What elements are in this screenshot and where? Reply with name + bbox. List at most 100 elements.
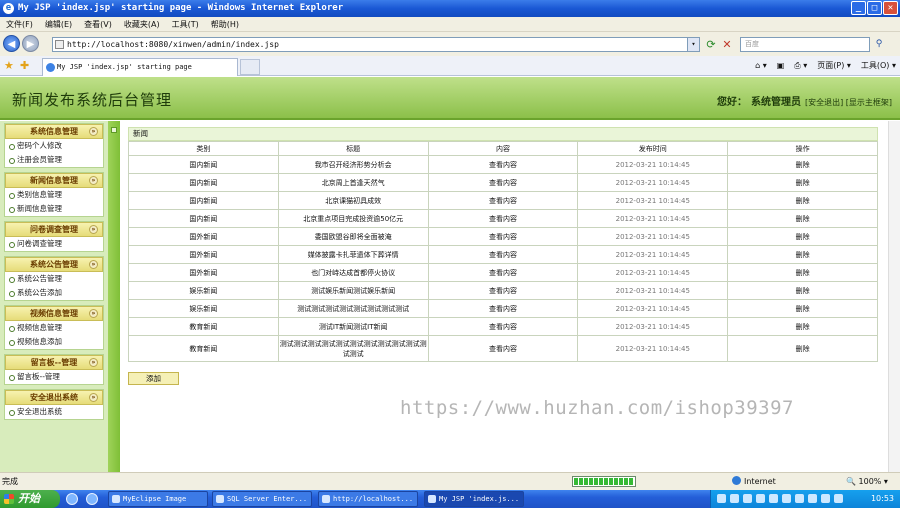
favorites-star-icon[interactable]: ★ [4, 59, 14, 72]
sidebar-group-header[interactable]: 系统公告管理 » [5, 257, 103, 272]
cell-content-link[interactable]: 查看内容 [427, 191, 579, 210]
cell-delete-link[interactable]: 删除 [727, 299, 878, 318]
collapse-toggle-icon[interactable]: » [89, 127, 98, 136]
panel-title: 新闻 [128, 127, 878, 141]
vertical-scrollbar[interactable] [888, 121, 900, 472]
print-icon[interactable]: ⎙ ▾ [794, 59, 807, 73]
cell-delete-link[interactable]: 删除 [727, 155, 878, 174]
sidebar-item[interactable]: 留言板--管理 [5, 370, 103, 384]
cell-delete-link[interactable]: 删除 [727, 191, 878, 210]
collapse-toggle-icon[interactable]: » [89, 393, 98, 402]
home-icon[interactable]: ⌂ ▾ [755, 59, 767, 73]
add-favorites-icon[interactable]: ✚ [20, 59, 29, 72]
sidebar-item[interactable]: 问卷调查管理 [5, 237, 103, 251]
collapse-toggle-icon[interactable]: » [89, 225, 98, 234]
collapse-toggle-icon[interactable]: » [89, 260, 98, 269]
tray-icon[interactable] [743, 494, 752, 503]
splitter-toggle-icon[interactable] [111, 127, 117, 133]
taskbar-task[interactable]: My JSP 'index.js... [424, 491, 524, 507]
zoom-level[interactable]: 🔍 100% ▾ [846, 473, 888, 490]
header-links[interactable]: [安全退出] [显示主框架] [805, 97, 892, 108]
tray-icon[interactable] [834, 494, 843, 503]
menu-tools[interactable]: 工具(T) [172, 17, 199, 31]
quick-launch-icon[interactable] [66, 493, 78, 505]
sidebar-item[interactable]: 系统公告管理 [5, 272, 103, 286]
col-title: 标题 [277, 141, 429, 156]
new-tab-button[interactable] [240, 59, 260, 75]
sidebar-item[interactable]: 密码个人修改 [5, 139, 103, 153]
tray-icon[interactable] [717, 494, 726, 503]
cell-delete-link[interactable]: 删除 [727, 227, 878, 246]
menu-favorites[interactable]: 收藏夹(A) [124, 17, 160, 31]
cell-content-link[interactable]: 查看内容 [427, 299, 579, 318]
sidebar-splitter[interactable] [108, 121, 120, 472]
menu-help[interactable]: 帮助(H) [211, 17, 239, 31]
cell-content-link[interactable]: 查看内容 [427, 263, 579, 282]
tray-icon[interactable] [730, 494, 739, 503]
stop-icon[interactable]: ✕ [720, 38, 734, 51]
sidebar-item[interactable]: 视频信息管理 [5, 321, 103, 335]
sidebar-item[interactable]: 新闻信息管理 [5, 202, 103, 216]
taskbar-task[interactable]: SQL Server Enter... [212, 491, 312, 507]
address-bar[interactable]: http://localhost:8080/xinwen/admin/index… [52, 37, 700, 52]
tray-icon[interactable] [756, 494, 765, 503]
cell-content-link[interactable]: 查看内容 [427, 335, 579, 362]
menu-file[interactable]: 文件(F) [6, 17, 33, 31]
menu-view[interactable]: 查看(V) [84, 17, 112, 31]
tools-menu[interactable]: 工具(O) ▾ [861, 59, 896, 73]
forward-button[interactable]: ▶ [22, 35, 39, 52]
start-button[interactable]: 开始 [0, 490, 60, 508]
tray-icon[interactable] [795, 494, 804, 503]
cell-delete-link[interactable]: 删除 [727, 281, 878, 300]
tray-icon[interactable] [821, 494, 830, 503]
sidebar-item[interactable]: 注册会员管理 [5, 153, 103, 167]
tray-icon[interactable] [769, 494, 778, 503]
cell-content-link[interactable]: 查看内容 [427, 227, 579, 246]
close-button[interactable]: ✕ [883, 1, 898, 15]
sidebar-item[interactable]: 类别信息管理 [5, 188, 103, 202]
taskbar-task[interactable]: http://localhost... [318, 491, 418, 507]
maximize-button[interactable]: □ [867, 1, 882, 15]
sidebar-group-header[interactable]: 新闻信息管理 » [5, 173, 103, 188]
cell-delete-link[interactable]: 删除 [727, 263, 878, 282]
window-title: My JSP 'index.jsp' starting page - Windo… [18, 3, 344, 13]
cell-content-link[interactable]: 查看内容 [427, 173, 579, 192]
page-menu[interactable]: 页面(P) ▾ [817, 59, 851, 73]
cell-content-link[interactable]: 查看内容 [427, 245, 579, 264]
quick-launch-ie-icon[interactable] [86, 493, 98, 505]
collapse-toggle-icon[interactable]: » [89, 176, 98, 185]
collapse-toggle-icon[interactable]: » [89, 358, 98, 367]
menu-edit[interactable]: 编辑(E) [45, 17, 72, 31]
tray-icon[interactable] [808, 494, 817, 503]
taskbar-task[interactable]: MyEclipse Image [108, 491, 208, 507]
sidebar-item[interactable]: 视频信息添加 [5, 335, 103, 349]
cell-content-link[interactable]: 查看内容 [427, 155, 579, 174]
cell-content-link[interactable]: 查看内容 [427, 281, 579, 300]
sidebar-item[interactable]: 系统公告添加 [5, 286, 103, 300]
minimize-button[interactable]: _ [851, 1, 866, 15]
feeds-icon[interactable]: ▣ [777, 59, 785, 73]
refresh-icon[interactable]: ⟳ [704, 38, 718, 51]
tab-index-jsp[interactable]: My JSP 'index.jsp' starting page [42, 58, 238, 76]
search-icon[interactable]: ⚲ [872, 37, 886, 52]
cell-delete-link[interactable]: 删除 [727, 335, 878, 362]
sidebar-group-header[interactable]: 系统信息管理 » [5, 124, 103, 139]
collapse-toggle-icon[interactable]: » [89, 309, 98, 318]
search-input[interactable]: 百度 [740, 37, 870, 52]
cell-delete-link[interactable]: 删除 [727, 317, 878, 336]
sidebar-group-header[interactable]: 视频信息管理 » [5, 306, 103, 321]
cell-content-link[interactable]: 查看内容 [427, 209, 579, 228]
cell-delete-link[interactable]: 删除 [727, 209, 878, 228]
tray-icon[interactable] [782, 494, 791, 503]
sidebar-group-header[interactable]: 安全退出系统 » [5, 390, 103, 405]
sidebar-group-header[interactable]: 问卷调查管理 » [5, 222, 103, 237]
user-name: 系统管理员 [750, 97, 801, 108]
address-dropdown-icon[interactable]: ▾ [687, 38, 699, 51]
add-button[interactable]: 添加 [128, 372, 179, 385]
cell-content-link[interactable]: 查看内容 [427, 317, 579, 336]
back-button[interactable]: ◀ [3, 35, 20, 52]
sidebar-group-header[interactable]: 留言板--管理 » [5, 355, 103, 370]
cell-delete-link[interactable]: 删除 [727, 173, 878, 192]
sidebar-item[interactable]: 安全退出系统 [5, 405, 103, 419]
cell-delete-link[interactable]: 删除 [727, 245, 878, 264]
